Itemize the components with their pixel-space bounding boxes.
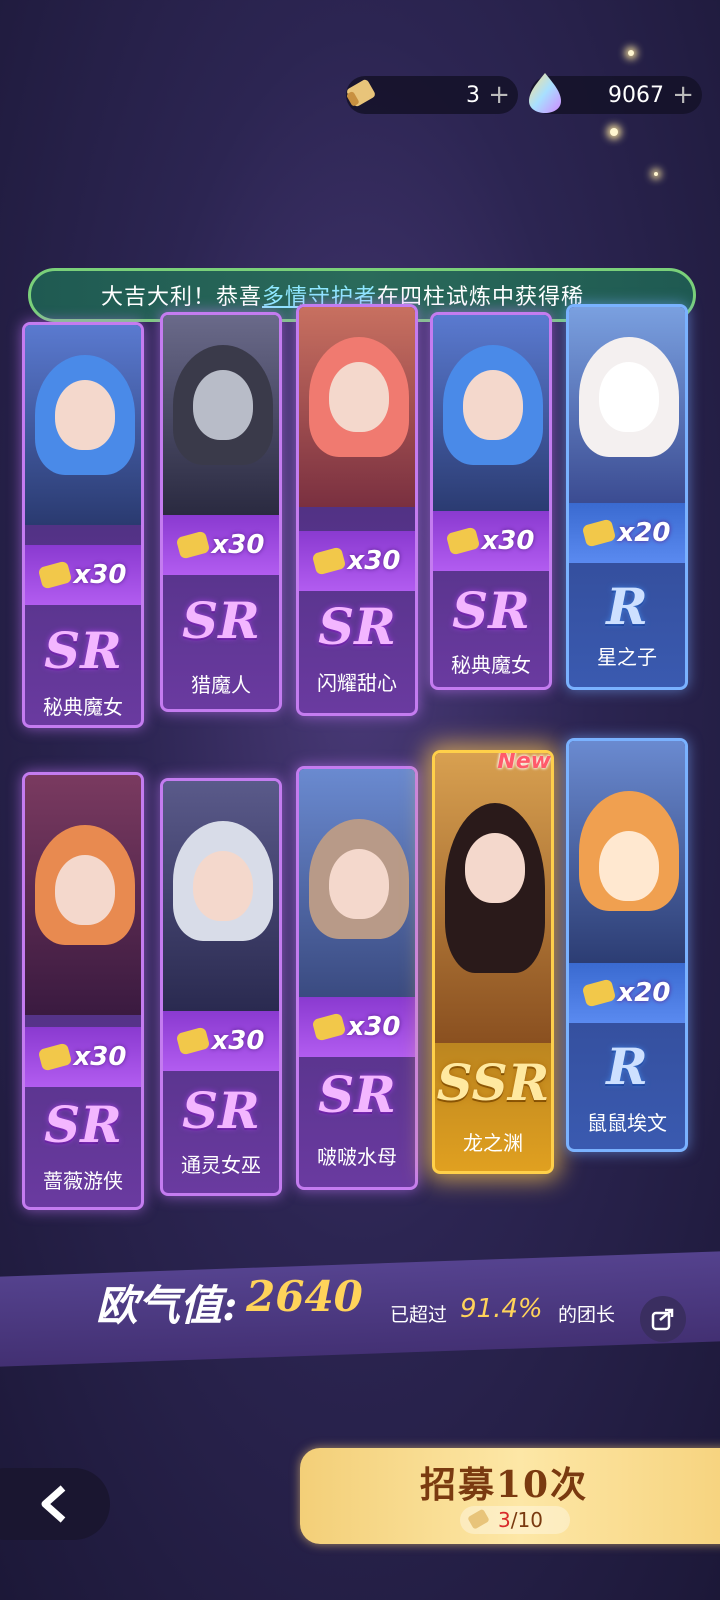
add-gem-button[interactable]: +	[672, 76, 694, 114]
back-button[interactable]	[0, 1468, 110, 1540]
character-name: 啵啵水母	[317, 1145, 397, 1169]
rarity-label: SR	[452, 581, 530, 640]
shard-reward: x20	[569, 963, 685, 1023]
shard-reward: x20	[569, 503, 685, 563]
luck-rank-prefix: 已超过	[390, 1304, 448, 1326]
shard-count: x20	[617, 518, 671, 548]
share-button[interactable]	[640, 1296, 686, 1342]
shard-reward: x30	[433, 511, 549, 571]
sparkle-decoration	[654, 172, 658, 176]
puzzle-piece-icon	[175, 1026, 210, 1056]
character-name: 星之子	[597, 645, 657, 669]
recruit-cost-total: /10	[510, 1508, 543, 1532]
character-portrait	[569, 307, 685, 507]
recruit-10-button[interactable]: 招募10次 3/10	[300, 1448, 720, 1544]
luck-label: 欧气值:	[96, 1281, 238, 1330]
character-portrait	[163, 781, 279, 1011]
result-card[interactable]: x30 SR 通灵女巫	[160, 778, 282, 1196]
gem-counter: 9067 +	[529, 73, 702, 114]
puzzle-piece-icon	[311, 1012, 346, 1042]
character-portrait	[299, 769, 415, 999]
rarity-label: SR	[182, 1081, 260, 1140]
rarity-label: SR	[318, 597, 396, 656]
character-portrait	[25, 775, 141, 1015]
character-name: 蔷薇游侠	[43, 1169, 123, 1193]
character-portrait	[163, 315, 279, 515]
luck-value: 2640	[246, 1272, 363, 1321]
puzzle-piece-icon	[311, 546, 346, 576]
shard-count: x30	[73, 560, 127, 590]
rarity-label: SR	[44, 621, 122, 680]
add-scroll-button[interactable]: +	[488, 76, 510, 114]
puzzle-piece-icon	[445, 526, 480, 556]
shard-reward: x30	[299, 997, 415, 1057]
puzzle-piece-icon	[37, 1042, 72, 1072]
gem-icon	[522, 70, 568, 116]
result-card[interactable]: x30 SR 啵啵水母	[296, 766, 418, 1190]
puzzle-piece-icon	[37, 560, 72, 590]
sparkle-decoration	[628, 50, 634, 56]
scroll-count: 3	[466, 82, 480, 108]
new-badge: New	[497, 750, 551, 774]
shard-count: x20	[617, 978, 671, 1008]
result-card-ssr[interactable]: New SSR 龙之渊	[432, 750, 554, 1174]
character-portrait	[569, 741, 685, 971]
scroll-icon	[468, 1509, 489, 1529]
scroll-counter: 3 +	[346, 76, 518, 114]
character-name: 秘典魔女	[43, 695, 123, 719]
recruit-label: 招募10次	[420, 1464, 589, 1506]
character-name: 龙之渊	[463, 1131, 523, 1155]
shard-reward: x30	[163, 1011, 279, 1071]
rarity-label: SR	[318, 1065, 396, 1124]
character-portrait	[299, 307, 415, 507]
shard-reward: x30	[25, 545, 141, 605]
result-card[interactable]: x30 SR 秘典魔女	[22, 322, 144, 728]
result-card[interactable]: x30 SR 猎魔人	[160, 312, 282, 712]
character-name: 猎魔人	[191, 673, 251, 697]
gem-count: 9067	[608, 82, 664, 108]
rarity-label: R	[606, 577, 648, 636]
rarity-label: SR	[182, 591, 260, 650]
shard-reward: x30	[163, 515, 279, 575]
result-card[interactable]: x20 R 鼠鼠埃文	[566, 738, 688, 1152]
rarity-label: R	[606, 1037, 648, 1096]
rarity-label: SR	[44, 1095, 122, 1154]
shard-reward: x30	[299, 531, 415, 591]
announcement-prefix: 大吉大利！恭喜	[101, 285, 263, 310]
character-name: 秘典魔女	[451, 653, 531, 677]
character-name: 通灵女巫	[181, 1153, 261, 1177]
sparkle-decoration	[610, 128, 618, 136]
result-card[interactable]: x30 SR 秘典魔女	[430, 312, 552, 690]
scroll-icon	[338, 70, 384, 116]
chevron-left-icon	[41, 1485, 66, 1523]
character-portrait	[433, 315, 549, 515]
puzzle-piece-icon	[581, 518, 616, 548]
puzzle-piece-icon	[581, 978, 616, 1008]
character-name: 鼠鼠埃文	[587, 1111, 667, 1135]
character-portrait	[435, 753, 551, 1043]
shard-count: x30	[211, 530, 265, 560]
shard-count: x30	[481, 526, 535, 556]
shard-count: x30	[211, 1026, 265, 1056]
recruit-cost-current: 3	[498, 1508, 511, 1532]
shard-count: x30	[73, 1042, 127, 1072]
shard-count: x30	[347, 546, 401, 576]
character-name: 闪耀甜心	[317, 671, 397, 695]
share-icon	[651, 1308, 674, 1331]
luck-rank-suffix: 的团长	[558, 1304, 616, 1326]
recruit-cost: 3/10	[460, 1506, 570, 1534]
puzzle-piece-icon	[175, 530, 210, 560]
result-card[interactable]: x20 R 星之子	[566, 304, 688, 690]
result-card[interactable]: x30 SR 蔷薇游侠	[22, 772, 144, 1210]
character-portrait	[25, 325, 141, 525]
result-card[interactable]: x30 SR 闪耀甜心	[296, 304, 418, 716]
rarity-label: SSR	[436, 1053, 550, 1112]
luck-rank-percent: 91.4%	[460, 1294, 543, 1324]
shard-count: x30	[347, 1012, 401, 1042]
shard-reward: x30	[25, 1027, 141, 1087]
